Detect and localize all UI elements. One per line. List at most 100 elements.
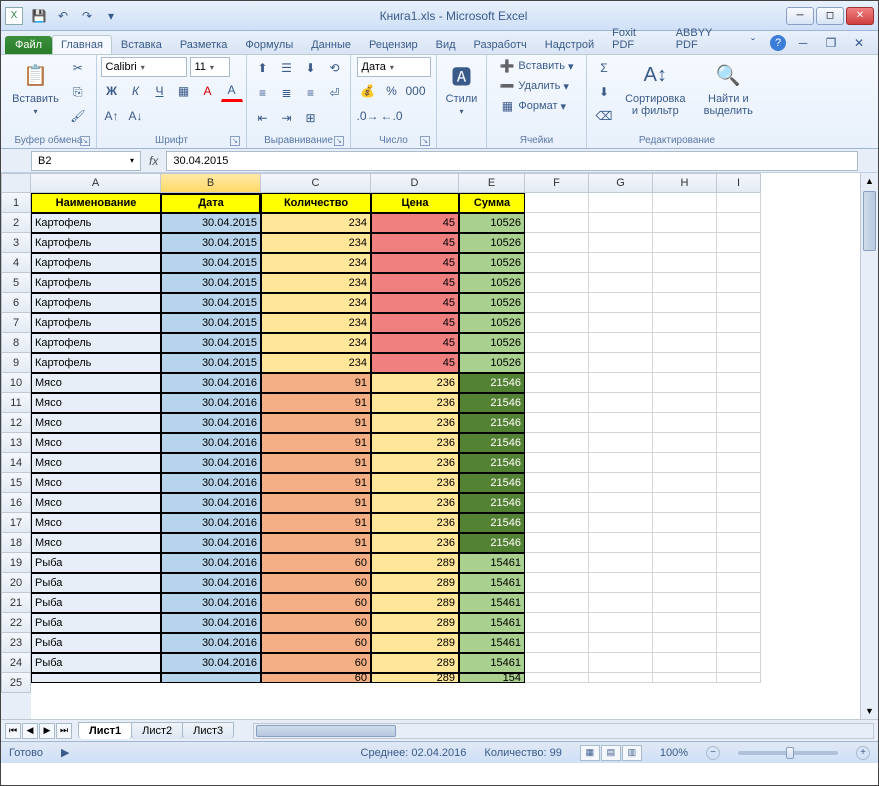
clear-button[interactable]: ⌫ [593, 105, 615, 127]
cell-qty[interactable]: 91 [261, 533, 371, 553]
empty-cell[interactable] [717, 613, 761, 633]
cell-date[interactable]: 30.04.2016 [161, 513, 261, 533]
empty-cell[interactable] [653, 273, 717, 293]
cell-sum[interactable]: 21546 [459, 533, 525, 553]
cell-name[interactable]: Картофель [31, 333, 161, 353]
empty-cell[interactable] [525, 613, 589, 633]
align-top-button[interactable]: ⬆ [252, 57, 274, 79]
increase-indent-button[interactable]: ⇥ [276, 107, 298, 129]
empty-cell[interactable] [717, 413, 761, 433]
empty-cell[interactable] [589, 273, 653, 293]
row-header-19[interactable]: 19 [1, 553, 31, 573]
row-header-12[interactable]: 12 [1, 413, 31, 433]
cell-date[interactable]: 30.04.2015 [161, 293, 261, 313]
cell-sum[interactable]: 15461 [459, 653, 525, 673]
cell-price[interactable]: 289 [371, 593, 459, 613]
row-header-13[interactable]: 13 [1, 433, 31, 453]
empty-cell[interactable] [653, 633, 717, 653]
empty-cell[interactable] [525, 193, 589, 213]
empty-cell[interactable] [653, 473, 717, 493]
cell-date[interactable]: 30.04.2016 [161, 573, 261, 593]
empty-cell[interactable] [589, 653, 653, 673]
cell-qty[interactable]: 91 [261, 493, 371, 513]
font-size-combo[interactable]: 11▾ [190, 57, 230, 77]
empty-cell[interactable] [653, 453, 717, 473]
empty-cell[interactable] [525, 573, 589, 593]
header-cell[interactable]: Сумма [459, 193, 525, 213]
empty-cell[interactable] [717, 453, 761, 473]
cell-price[interactable]: 45 [371, 313, 459, 333]
workbook-close-button[interactable]: ✕ [848, 32, 870, 54]
font-launcher[interactable]: ↘ [230, 136, 240, 146]
column-header-F[interactable]: F [525, 173, 589, 193]
sheet-tab-Лист1[interactable]: Лист1 [78, 722, 132, 739]
cell-date[interactable]: 30.04.2016 [161, 533, 261, 553]
cell-qty[interactable]: 60 [261, 553, 371, 573]
sheet-tab-Лист2[interactable]: Лист2 [131, 722, 183, 739]
cell-date[interactable]: 30.04.2015 [161, 233, 261, 253]
align-right-button[interactable]: ≡ [300, 82, 322, 104]
cell-name[interactable]: Мясо [31, 453, 161, 473]
cell-price[interactable]: 45 [371, 213, 459, 233]
cell-qty[interactable]: 91 [261, 393, 371, 413]
maximize-button[interactable]: ◻ [816, 7, 844, 25]
cell-sum[interactable]: 10526 [459, 253, 525, 273]
scroll-down-arrow[interactable]: ▼ [861, 703, 878, 719]
cell-date[interactable]: 30.04.2015 [161, 333, 261, 353]
cell-sum[interactable]: 10526 [459, 273, 525, 293]
empty-cell[interactable] [589, 433, 653, 453]
cell-price[interactable]: 236 [371, 453, 459, 473]
column-header-D[interactable]: D [371, 173, 459, 193]
empty-cell[interactable] [653, 233, 717, 253]
empty-cell[interactable] [525, 213, 589, 233]
scroll-up-arrow[interactable]: ▲ [861, 173, 878, 189]
empty-cell[interactable] [717, 353, 761, 373]
row-header-10[interactable]: 10 [1, 373, 31, 393]
empty-cell[interactable] [717, 553, 761, 573]
cell-sum[interactable]: 10526 [459, 313, 525, 333]
empty-cell[interactable] [525, 253, 589, 273]
ribbon-tab-данные[interactable]: Данные [302, 35, 360, 54]
cell-sum[interactable]: 10526 [459, 333, 525, 353]
align-bottom-button[interactable]: ⬇ [300, 57, 322, 79]
row-header-8[interactable]: 8 [1, 333, 31, 353]
empty-cell[interactable] [717, 273, 761, 293]
cell-name[interactable]: Картофель [31, 353, 161, 373]
orientation-button[interactable]: ⟲ [324, 57, 346, 79]
grow-font-button[interactable]: A↑ [101, 105, 123, 127]
cell-sum[interactable]: 10526 [459, 293, 525, 313]
empty-cell[interactable] [589, 233, 653, 253]
cell-date[interactable]: 30.04.2016 [161, 613, 261, 633]
cell-name[interactable]: Мясо [31, 493, 161, 513]
column-header-A[interactable]: A [31, 173, 161, 193]
cell-sum[interactable]: 15461 [459, 593, 525, 613]
row-header-11[interactable]: 11 [1, 393, 31, 413]
zoom-level[interactable]: 100% [660, 747, 688, 759]
zoom-handle[interactable] [786, 747, 794, 759]
cell-price[interactable]: 289 [371, 573, 459, 593]
fill-color-button[interactable]: A [197, 80, 219, 102]
empty-cell[interactable] [525, 533, 589, 553]
empty-cell[interactable] [653, 193, 717, 213]
cell-qty[interactable]: 234 [261, 253, 371, 273]
cell-sum[interactable]: 154 [459, 673, 525, 683]
empty-cell[interactable] [653, 493, 717, 513]
empty-cell[interactable] [589, 533, 653, 553]
empty-cell[interactable] [717, 513, 761, 533]
header-cell[interactable]: Наименование [31, 193, 161, 213]
empty-cell[interactable] [653, 253, 717, 273]
row-header-3[interactable]: 3 [1, 233, 31, 253]
empty-cell[interactable] [589, 293, 653, 313]
row-header-18[interactable]: 18 [1, 533, 31, 553]
cell-sum[interactable]: 21546 [459, 453, 525, 473]
row-header-23[interactable]: 23 [1, 633, 31, 653]
empty-cell[interactable] [589, 373, 653, 393]
cell-price[interactable]: 236 [371, 473, 459, 493]
cell-date[interactable]: 30.04.2015 [161, 313, 261, 333]
ribbon-tab-надстрой[interactable]: Надстрой [536, 35, 603, 54]
wrap-text-button[interactable]: ⏎ [324, 82, 346, 104]
ribbon-tab-главная[interactable]: Главная [52, 35, 112, 54]
column-header-G[interactable]: G [589, 173, 653, 193]
qat-dropdown[interactable]: ▾ [101, 6, 121, 26]
cell-qty[interactable]: 60 [261, 653, 371, 673]
